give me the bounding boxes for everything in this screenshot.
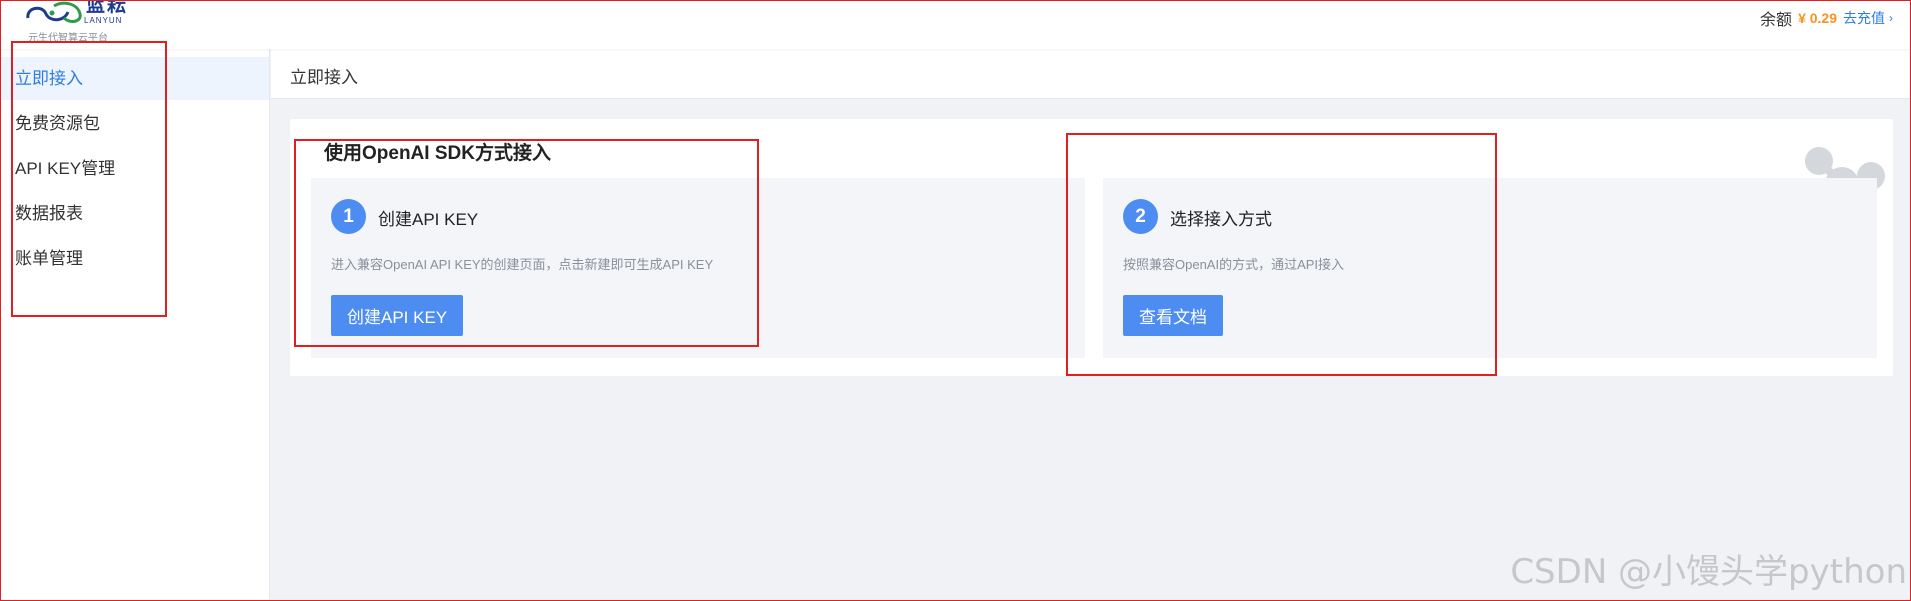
logo[interactable]: 蓝耘 LANYUN 元生代智算云平台 bbox=[24, 0, 134, 44]
step-description: 进入兼容OpenAI API KEY的创建页面，点击新建即可生成API KEY bbox=[331, 257, 714, 272]
step-title: 创建API KEY bbox=[378, 210, 479, 229]
recharge-label: 去充值 bbox=[1843, 10, 1885, 26]
logo-mark-icon bbox=[26, 1, 82, 23]
content-header: 立即接入 bbox=[271, 49, 1911, 99]
chevron-right-icon: › bbox=[1889, 11, 1893, 25]
create-api-key-button[interactable]: 创建API KEY bbox=[331, 295, 464, 336]
sidebar-item-billing[interactable]: 账单管理 bbox=[0, 237, 269, 280]
top-header: 蓝耘 LANYUN 元生代智算云平台 余额 ¥ 0.29 去充值 › bbox=[0, 0, 1911, 49]
balance-amount: ¥ 0.29 bbox=[1798, 10, 1837, 26]
balance-label: 余额 bbox=[1760, 12, 1793, 29]
page-title: 立即接入 bbox=[290, 68, 358, 87]
step-create-api-key: 1 创建API KEY 进入兼容OpenAI API KEY的创建页面，点击新建… bbox=[311, 178, 1085, 358]
access-card: 使用OpenAI SDK方式接入 1 创建API KEY 进入兼容OpenAI … bbox=[290, 119, 1893, 376]
sidebar-item-api-key[interactable]: API KEY管理 bbox=[0, 147, 269, 190]
step-number-badge: 2 bbox=[1123, 199, 1158, 234]
sidebar-item-quick-access[interactable]: 立即接入 bbox=[0, 57, 269, 100]
recharge-link[interactable]: 去充值 › bbox=[1843, 8, 1893, 28]
sidebar-item-reports[interactable]: 数据报表 bbox=[0, 192, 269, 235]
balance-area: 余额 ¥ 0.29 去充值 › bbox=[1760, 8, 1893, 29]
view-docs-button[interactable]: 查看文档 bbox=[1123, 295, 1223, 336]
logo-text-en: LANYUN bbox=[84, 16, 123, 25]
sidebar-item-free-resources[interactable]: 免费资源包 bbox=[0, 102, 269, 145]
step-choose-access-method: 2 选择接入方式 按照兼容OpenAI的方式，通过API接入 查看文档 bbox=[1103, 178, 1877, 358]
step-description: 按照兼容OpenAI的方式，通过API接入 bbox=[1123, 257, 1345, 272]
step-number-badge: 1 bbox=[331, 199, 366, 234]
logo-text-cn: 蓝耘 bbox=[86, 0, 129, 16]
watermark: CSDN @小馒头学python bbox=[1510, 552, 1907, 592]
logo-slogan: 元生代智算云平台 bbox=[28, 33, 108, 44]
card-title: 使用OpenAI SDK方式接入 bbox=[324, 143, 551, 164]
sidebar: 立即接入 免费资源包 API KEY管理 数据报表 账单管理 bbox=[0, 49, 270, 601]
step-title: 选择接入方式 bbox=[1170, 210, 1272, 229]
